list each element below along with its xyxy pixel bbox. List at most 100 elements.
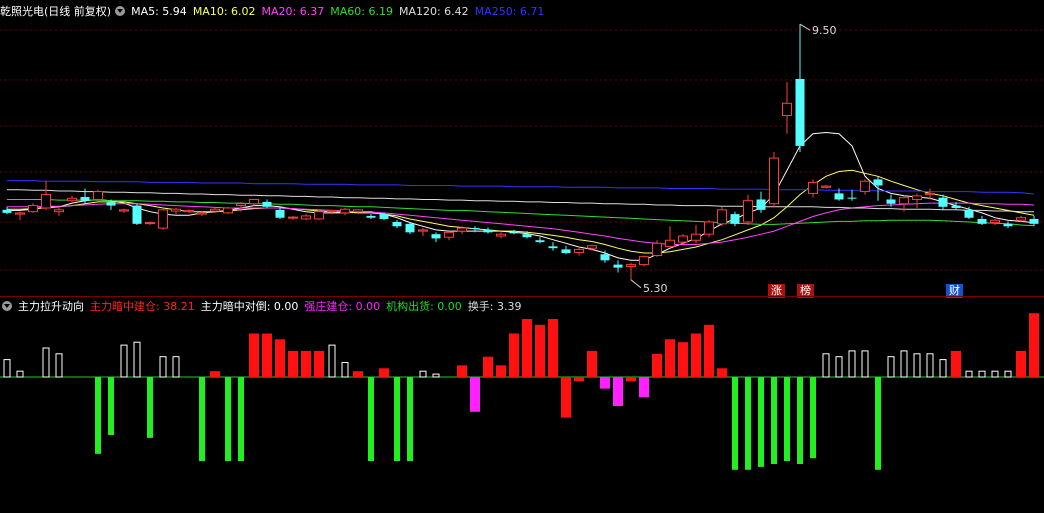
candlestick <box>119 208 129 213</box>
candlestick <box>340 208 350 216</box>
price-chart[interactable]: 9.50 5.30 <box>0 0 1044 296</box>
candlestick <box>743 194 753 226</box>
indicator-bar <box>147 377 153 438</box>
candle-body <box>782 102 792 116</box>
candle-body <box>249 198 259 205</box>
candlestick <box>301 214 311 221</box>
candle-body <box>990 219 1000 224</box>
indicator-bar <box>407 377 413 462</box>
candle-body <box>730 214 740 224</box>
indicator-bar <box>457 365 467 377</box>
indicator-bar <box>784 377 790 462</box>
candle-body <box>509 232 519 234</box>
indicator-bar <box>432 373 440 378</box>
candle-body <box>1003 223 1013 227</box>
candlestick <box>444 231 454 241</box>
indicator-bar <box>210 371 220 377</box>
candlestick <box>873 176 883 201</box>
indicator-bar <box>732 377 738 470</box>
candle-body <box>548 246 558 249</box>
candlestick <box>249 198 259 206</box>
candle-body <box>132 205 142 224</box>
candle-body <box>106 202 116 206</box>
candlestick <box>860 179 870 195</box>
candle-body <box>1029 218 1039 224</box>
indicator-bar <box>159 356 167 378</box>
indicator-bar <box>419 370 427 378</box>
candlestick <box>535 237 545 244</box>
candlestick <box>1029 215 1039 227</box>
candle-body <box>925 192 935 196</box>
candle-body <box>28 205 38 213</box>
candlestick <box>366 214 376 219</box>
indicator-bar <box>1004 370 1012 378</box>
candlestick <box>496 232 506 239</box>
indicator-bar <box>926 353 934 378</box>
candle-body <box>704 221 714 235</box>
candle-body <box>678 235 688 243</box>
candle-body <box>977 218 987 224</box>
candlestick <box>990 218 1000 226</box>
candle-body <box>119 209 129 212</box>
indicator-bar <box>965 370 973 378</box>
indicator-bar <box>314 350 324 377</box>
indicator-bar <box>199 377 205 462</box>
candlestick <box>41 180 51 210</box>
candle-body <box>184 209 194 213</box>
indicator-bar <box>509 333 519 377</box>
candle-body <box>808 181 818 194</box>
candlestick <box>977 215 987 226</box>
candle-body <box>847 197 857 199</box>
indicator-bar <box>758 377 764 467</box>
candle-body <box>314 211 324 220</box>
candle-body <box>938 197 948 207</box>
candle-body <box>587 245 597 249</box>
candle-body <box>743 200 753 223</box>
indicator-bar <box>16 370 24 378</box>
indicator-bar <box>561 377 571 418</box>
ma-line-ma5 <box>7 131 1035 261</box>
indicator-bar <box>939 359 947 378</box>
candlestick <box>67 195 77 202</box>
candlestick <box>912 193 922 208</box>
candle-body <box>613 264 623 268</box>
candlestick <box>418 228 428 236</box>
indicator-bar <box>822 353 830 378</box>
indicator-bar <box>745 377 751 470</box>
candle-body <box>600 254 610 261</box>
indicator-bar <box>900 350 908 378</box>
candle-body <box>899 197 909 205</box>
candlestick <box>756 191 766 213</box>
indicator-bar <box>771 377 777 464</box>
indicator-bar <box>991 370 999 378</box>
indicator-bar <box>42 347 50 378</box>
candle-body <box>860 180 870 193</box>
candlestick <box>223 206 233 215</box>
candle-body <box>535 240 545 243</box>
candlestick <box>704 220 714 238</box>
candle-body <box>288 216 298 219</box>
indicator-bar <box>861 350 869 378</box>
indicator-bar <box>288 350 298 377</box>
high-price-label: 9.50 <box>812 24 837 37</box>
candle-body <box>15 212 25 215</box>
candle-body <box>769 157 779 205</box>
candlestick <box>327 209 337 215</box>
candle-body <box>67 197 77 202</box>
candlestick <box>613 260 623 273</box>
indicator-bar <box>652 353 662 377</box>
high-pointer <box>799 23 811 31</box>
indicator-bar <box>1029 313 1039 377</box>
candlestick <box>847 189 857 201</box>
indicator-bar <box>133 341 141 378</box>
indicator-bar <box>496 365 506 377</box>
candle-body <box>236 203 246 207</box>
candle-body <box>353 209 363 213</box>
candlestick <box>54 208 64 216</box>
indicator-bar <box>887 356 895 378</box>
indicator-chart[interactable] <box>0 297 1044 513</box>
indicator-bar <box>639 377 649 398</box>
candle-body <box>444 231 454 238</box>
indicator-bar <box>1016 350 1026 377</box>
indicator-bar <box>379 368 389 377</box>
